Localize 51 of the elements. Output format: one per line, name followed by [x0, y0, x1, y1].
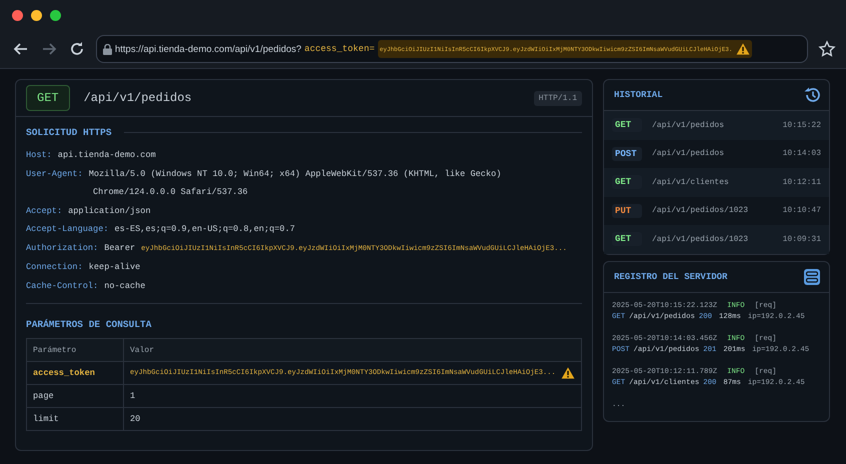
history-path: /api/v1/pedidos	[652, 149, 726, 158]
history-path: /api/v1/pedidos/1023	[652, 234, 750, 244]
history-item[interactable]: GET /api/v1/pedidos/1023 10:09:31	[604, 225, 829, 254]
history-time: 10:15:22	[782, 120, 821, 130]
header-value: keep-alive	[88, 261, 140, 274]
table-cell: access_token	[26, 362, 124, 384]
history-item[interactable]: GET /api/v1/clientes 10:12:11	[604, 168, 829, 196]
history-path: /api/v1/clientes	[652, 178, 730, 187]
header-name: User-Agent:	[26, 168, 83, 180]
request-path: /api/v1/pedidos	[84, 91, 193, 105]
header-value: Bearer	[104, 242, 136, 254]
table-cell: 20	[130, 414, 140, 424]
header-value: no-cache	[104, 280, 146, 292]
protocol-badge: HTTP/1.1	[534, 90, 582, 106]
method-label: PUT	[612, 204, 642, 218]
column-header: Parámetro	[26, 338, 124, 362]
header-value: api.tienda-demo.com	[58, 149, 156, 162]
history-item[interactable]: POST /api/v1/pedidos 10:14:03	[604, 140, 829, 168]
history-item[interactable]: PUT /api/v1/pedidos/1023 10:10:47	[604, 196, 829, 225]
header-name: Cache-Control:	[26, 280, 98, 292]
header-value: application/json	[68, 204, 151, 218]
header-name: Connection:	[26, 261, 83, 274]
history-path: /api/v1/pedidos/1023	[652, 206, 750, 216]
method-badge: GET	[26, 85, 70, 111]
section-title: SOLICITUD HTTPS	[26, 127, 112, 138]
history-path: /api/v1/pedidos	[652, 120, 726, 130]
table-cell: limit	[26, 408, 124, 430]
method-label: GET	[612, 232, 642, 246]
method-label: GET	[612, 175, 642, 190]
history-time: 10:09:31	[782, 234, 821, 244]
column-header: Valor	[124, 338, 582, 362]
history-time: 10:14:03	[782, 149, 821, 158]
header-name: Accept-Language:	[26, 223, 109, 236]
header-name: Accept:	[26, 204, 62, 218]
method-label: POST	[612, 146, 642, 161]
table-cell: 1	[130, 391, 136, 401]
header-value: Chrome/124.0.0.0 Safari/537.36	[93, 187, 248, 197]
method-label: GET	[612, 118, 642, 132]
header-value: Mozilla/5.0 (Windows NT 10.0; Win64; x64) AppleWebKit/537.36 (KHTML, like Gecko)	[88, 168, 502, 180]
table-cell: page	[26, 384, 124, 408]
history-time: 10:12:11	[782, 178, 821, 187]
section-title: PARÁMETROS DE CONSULTA	[26, 319, 152, 330]
url-parameter: access_token=	[304, 44, 375, 54]
url-text: https://api.tienda-demo.com/api/v1/pedidos?	[115, 44, 302, 54]
panel-title: HISTORIAL	[614, 90, 663, 100]
header-value: es-ES,es;q=0.9,en-US;q=0.8,en;q=0.7	[114, 223, 296, 236]
panel-title: REGISTRO DEL SERVIDOR	[614, 272, 728, 282]
header-name: Authorization:	[26, 242, 98, 254]
header-name: Host:	[26, 149, 52, 162]
history-time: 10:10:47	[782, 206, 821, 216]
history-item[interactable]: GET /api/v1/pedidos 10:15:22	[604, 111, 829, 140]
